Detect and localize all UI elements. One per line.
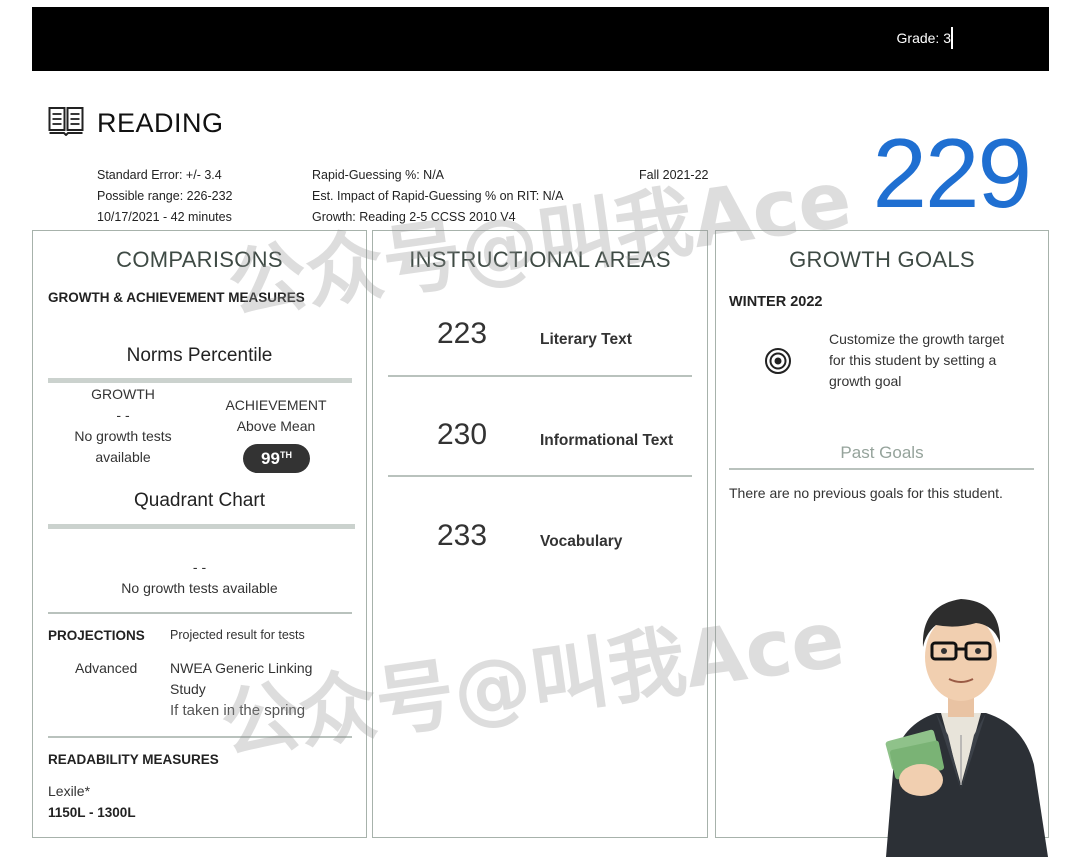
growth-goals-title: GROWTH GOALS <box>789 247 975 272</box>
quadrant-divider <box>48 524 355 529</box>
rit-score: 229 <box>872 118 1032 228</box>
test-term: Fall 2021-22 <box>639 168 709 182</box>
test-date-duration: 10/17/2021 - 42 minutes <box>97 210 232 224</box>
test-meta-middle: Rapid-Guessing %: N/A Est. Impact of Rap… <box>312 165 564 228</box>
customize-goal-text[interactable]: Customize the growth target for this stu… <box>829 329 1034 392</box>
cartoon-avatar <box>885 599 1048 857</box>
readability-label: READABILITY MEASURES <box>48 752 219 767</box>
no-goals-message: There are no previous goals for this stu… <box>729 485 1003 501</box>
top-bar: Grade: 3 <box>32 7 1049 71</box>
percentile-value: 99 <box>261 449 280 468</box>
past-goals-heading: Past Goals <box>840 443 924 462</box>
customize-line-1: Customize the growth target <box>829 331 1005 347</box>
percentile-badge: 99TH <box>243 444 310 473</box>
standard-error: Standard Error: +/- 3.4 <box>97 168 222 182</box>
lexile-range: 1150L - 1300L <box>48 805 136 820</box>
achievement-label: ACHIEVEMENT <box>225 397 327 413</box>
projections-label: PROJECTIONS <box>48 628 145 643</box>
growth-norms: Growth: Reading 2-5 CCSS 2010 V4 <box>312 210 516 224</box>
growth-label: GROWTH <box>91 386 155 402</box>
rapid-guessing: Rapid-Guessing %: N/A <box>312 168 445 182</box>
lexile-label: Lexile* <box>48 783 91 799</box>
area-divider <box>388 475 692 477</box>
area-label: Vocabulary <box>540 533 623 550</box>
area-score: 223 <box>437 317 488 350</box>
comparisons-title: COMPARISONS <box>116 247 283 272</box>
projections-caption: Projected result for tests <box>170 628 305 642</box>
grade-label: Grade: 3 <box>896 30 951 46</box>
area-divider <box>388 375 692 377</box>
book-icon <box>48 107 84 136</box>
area-label: Literary Text <box>540 331 632 348</box>
growth-dash: - - <box>116 407 130 423</box>
projection-when: If taken in the spring <box>170 702 306 719</box>
achievement-value: Above Mean <box>236 418 316 434</box>
target-icon[interactable] <box>764 347 792 375</box>
achievement-column: ACHIEVEMENT Above Mean <box>211 395 341 437</box>
rapid-guessing-impact: Est. Impact of Rapid-Guessing % on RIT: … <box>312 189 564 203</box>
readability-divider <box>48 736 352 738</box>
projection-study-line-1: NWEA Generic Linking <box>170 660 313 676</box>
subject-title: READING <box>97 108 224 138</box>
possible-range: Possible range: 226-232 <box>97 189 233 203</box>
past-goals-divider <box>729 468 1034 470</box>
comparisons-panel: COMPARISONS GROWTH & ACHIEVEMENT MEASURE… <box>32 230 367 838</box>
goal-season: WINTER 2022 <box>729 294 823 310</box>
area-score: 230 <box>437 418 488 451</box>
instructional-areas-panel: INSTRUCTIONAL AREAS 223 Literary Text 23… <box>372 230 708 838</box>
norms-percentile-title: Norms Percentile <box>126 345 273 366</box>
projection-study: NWEA Generic Linking Study If taken in t… <box>170 658 312 721</box>
quadrant-chart-title: Quadrant Chart <box>134 490 265 511</box>
projections-divider <box>48 612 352 614</box>
growth-achievement-heading: GROWTH & ACHIEVEMENT MEASURES <box>48 290 305 305</box>
projection-study-line-2: Study <box>170 681 206 697</box>
area-score: 233 <box>437 519 488 552</box>
customize-line-2: for this student by setting a <box>829 352 997 368</box>
quadrant-dash: - - <box>192 559 207 575</box>
growth-note-2: available <box>95 449 151 465</box>
percentile-suffix: TH <box>279 450 292 460</box>
instructional-areas-title: INSTRUCTIONAL AREAS <box>409 247 671 272</box>
projection-level: Advanced <box>75 660 138 676</box>
growth-note: No growth tests <box>74 428 172 444</box>
growth-column: GROWTH - - No growth tests available <box>58 384 188 468</box>
quadrant-note: No growth tests available <box>121 580 278 596</box>
norms-divider <box>48 378 352 383</box>
customize-line-3: growth goal <box>829 373 902 389</box>
test-meta-left: Standard Error: +/- 3.4 Possible range: … <box>97 165 233 228</box>
grade-separator <box>951 27 953 49</box>
area-label: Informational Text <box>540 432 674 449</box>
